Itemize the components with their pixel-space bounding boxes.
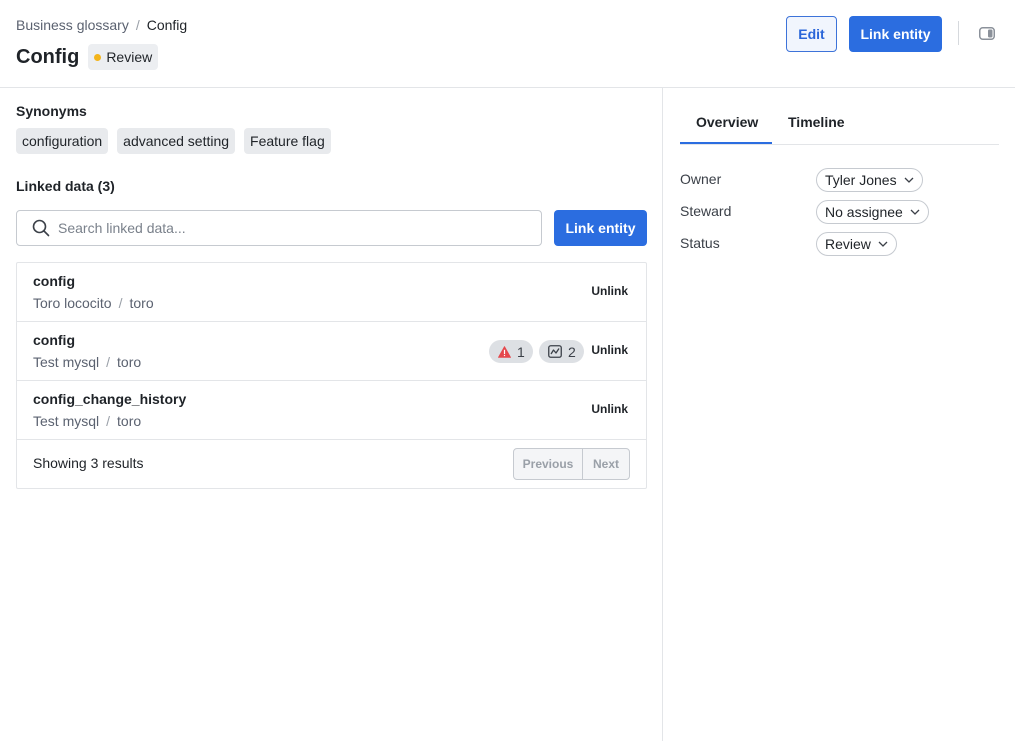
- status-dot-icon: [94, 53, 102, 61]
- unlink-button[interactable]: Unlink: [591, 402, 628, 416]
- row-entity-name[interactable]: config: [33, 273, 75, 289]
- header-link-entity-button[interactable]: Link entity: [849, 16, 942, 52]
- row-source: Toro lococito: [33, 295, 112, 311]
- chevron-down-icon: [910, 209, 920, 215]
- unlink-button[interactable]: Unlink: [591, 284, 628, 298]
- row-source: Test mysql: [33, 413, 100, 429]
- results-count: Showing 3 results: [33, 455, 144, 471]
- row-entity-path: Test mysql / toro: [33, 413, 141, 429]
- status-badge-label: Review: [106, 49, 153, 65]
- chevron-down-icon: [878, 241, 888, 247]
- row-entity-path: Toro lococito / toro: [33, 295, 154, 311]
- path-separator: /: [106, 354, 111, 370]
- row-schema: toro: [117, 354, 142, 370]
- tab-overview[interactable]: Overview: [696, 114, 758, 130]
- chevron-down-icon: [904, 177, 914, 183]
- alert-badge[interactable]: 1: [489, 340, 533, 363]
- owner-value: Tyler Jones: [825, 172, 897, 188]
- linked-data-table: config Toro lococito / toro Unlink confi…: [16, 262, 647, 489]
- data-quality-icon: [548, 345, 562, 358]
- status-label: Status: [680, 235, 720, 251]
- synonym-chip: advanced setting: [117, 128, 236, 154]
- row-source: Test mysql: [33, 354, 100, 370]
- owner-label: Owner: [680, 171, 722, 187]
- path-separator: /: [118, 295, 123, 311]
- breadcrumb: Business glossary / Config: [16, 17, 187, 33]
- previous-button[interactable]: Previous: [514, 449, 583, 479]
- panel-toggle-icon[interactable]: [979, 27, 995, 40]
- table-row[interactable]: config Test mysql / toro 1 2 Unlink: [17, 322, 646, 381]
- page-header: Business glossary / Config Config Review…: [0, 0, 1015, 88]
- page-title: Config: [16, 45, 80, 68]
- table-footer: Showing 3 results Previous Next: [17, 440, 646, 488]
- tab-timeline[interactable]: Timeline: [788, 114, 845, 130]
- row-entity-path: Test mysql / toro: [33, 354, 141, 370]
- row-entity-name[interactable]: config: [33, 332, 75, 348]
- path-separator: /: [106, 413, 111, 429]
- title-row: Config Review: [16, 44, 159, 70]
- synonym-chip: configuration: [16, 128, 109, 154]
- active-tab-indicator: [680, 142, 772, 144]
- status-badge: Review: [88, 44, 159, 70]
- table-row[interactable]: config Toro lococito / toro Unlink: [17, 263, 646, 322]
- sidebar-tabs: Overview Timeline: [680, 109, 999, 145]
- linked-data-title: Linked data (3): [16, 178, 115, 194]
- link-entity-button[interactable]: Link entity: [554, 210, 647, 246]
- table-row[interactable]: config_change_history Test mysql / toro …: [17, 381, 646, 440]
- row-entity-name[interactable]: config_change_history: [33, 391, 186, 407]
- edit-button[interactable]: Edit: [786, 16, 837, 52]
- breadcrumb-business-glossary[interactable]: Business glossary: [16, 17, 129, 33]
- steward-value: No assignee: [825, 204, 903, 220]
- steward-select[interactable]: No assignee: [816, 200, 929, 224]
- header-divider: [958, 21, 959, 45]
- linked-data-search[interactable]: [16, 210, 542, 246]
- next-button[interactable]: Next: [583, 449, 629, 479]
- owner-select[interactable]: Tyler Jones: [816, 168, 923, 192]
- pagination: Previous Next: [513, 448, 630, 480]
- row-schema: toro: [117, 413, 142, 429]
- synonyms-title: Synonyms: [16, 103, 87, 119]
- breadcrumb-current: Config: [146, 17, 188, 33]
- unlink-button[interactable]: Unlink: [591, 343, 628, 357]
- status-select[interactable]: Review: [816, 232, 897, 256]
- quality-badge[interactable]: 2: [539, 340, 584, 363]
- main-content: Synonyms configuration advanced setting …: [0, 88, 663, 741]
- synonyms-list: configuration advanced setting Feature f…: [16, 128, 340, 154]
- details-sidebar: Overview Timeline Owner Tyler Jones Stew…: [664, 88, 1015, 741]
- search-input[interactable]: [58, 220, 518, 236]
- breadcrumb-separator: /: [135, 17, 140, 33]
- status-value: Review: [825, 236, 871, 252]
- quality-count: 2: [568, 343, 576, 360]
- alert-count: 1: [517, 343, 525, 360]
- steward-label: Steward: [680, 203, 732, 219]
- warning-triangle-icon: [498, 345, 511, 358]
- row-schema: toro: [129, 295, 154, 311]
- search-icon: [32, 219, 50, 237]
- synonym-chip: Feature flag: [244, 128, 331, 154]
